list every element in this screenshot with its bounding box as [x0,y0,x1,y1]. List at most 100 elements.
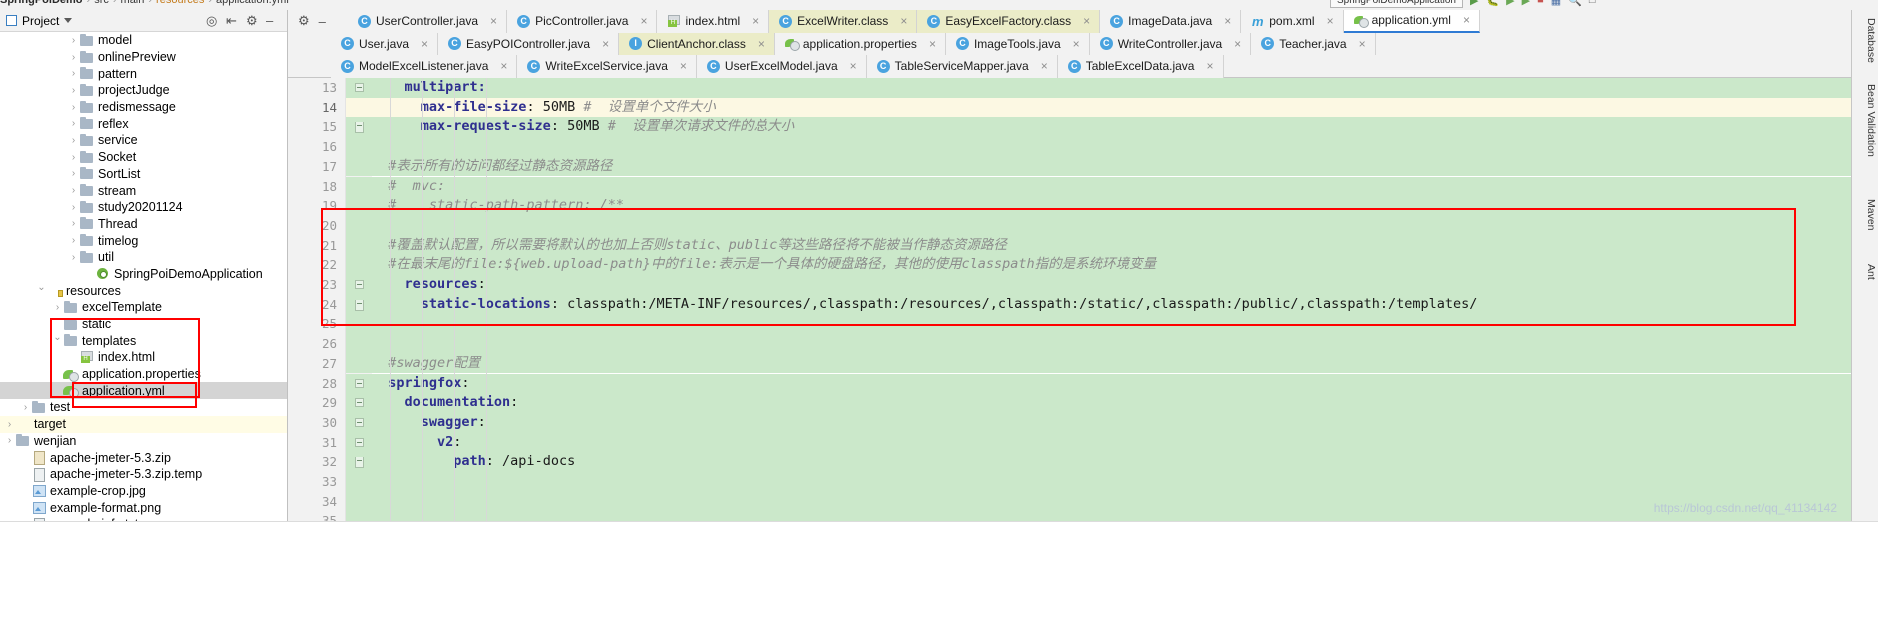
chevron-right-icon[interactable] [68,35,79,46]
gear-icon[interactable]: ⚙ [246,13,261,28]
chevron-right-icon[interactable] [68,135,79,146]
editor-tab-piccontroller-java[interactable]: PicController.java × [507,10,658,33]
tree-node-target[interactable]: target [0,415,287,433]
tree-node-apache-jmeter-5-3-zip-temp[interactable]: apache-jmeter-5.3.zip.temp [0,466,287,483]
debug-icon[interactable]: 🐛 [1485,0,1499,7]
fold-collapse-icon[interactable] [355,83,364,92]
tree-node-exceltemplate[interactable]: excelTemplate [0,299,287,316]
chevron-right-icon[interactable] [68,202,79,213]
tree-node-resources[interactable]: resources [0,282,287,299]
chevron-right-icon[interactable] [4,435,15,446]
close-icon[interactable]: × [490,14,497,28]
fold-end-icon[interactable] [355,122,364,134]
breadcrumb-item-src[interactable]: src [94,0,109,6]
tree-node-stream[interactable]: stream [0,182,287,199]
code-line[interactable] [372,472,1851,492]
chevron-right-icon[interactable] [68,252,79,263]
close-icon[interactable]: × [1083,14,1090,28]
chevron-right-icon[interactable] [68,118,79,129]
tree-node-wenjian[interactable]: wenjian [0,433,287,450]
collapse-all-icon[interactable]: ⇤ [226,13,241,28]
close-icon[interactable]: × [640,14,647,28]
close-icon[interactable]: × [1206,59,1213,73]
tree-node-study20201124[interactable]: study20201124 [0,199,287,216]
close-icon[interactable]: × [752,14,759,28]
close-icon[interactable]: × [1073,37,1080,51]
code-line[interactable]: path: /api-docs [372,452,1851,472]
tree-node-application-properties[interactable]: application.properties [0,366,287,383]
tree-node-templates[interactable]: templates [0,332,287,349]
tree-node-timelog[interactable]: timelog [0,232,287,249]
project-tree[interactable]: model onlinePreviewpattern projectJudge red… [0,32,287,521]
code-content[interactable]: multipart: max-file-size: 50MB # 设置单个文件大… [372,78,1851,521]
code-line[interactable]: static-locations: classpath:/META-INF/re… [372,294,1851,315]
chevron-right-icon[interactable] [68,168,79,179]
tree-node-reflex[interactable]: reflex [0,115,287,132]
code-line[interactable]: documentation: [372,393,1851,413]
close-icon[interactable]: × [758,37,765,51]
fold-collapse-icon[interactable] [355,417,364,427]
rail-button-database[interactable]: Database [1854,14,1877,67]
stop-icon[interactable]: ■ [1537,0,1544,6]
chevron-right-icon[interactable] [20,402,31,413]
chevron-right-icon[interactable] [68,185,79,196]
close-icon[interactable]: × [500,59,507,73]
close-icon[interactable]: × [929,37,936,51]
run-configuration-selector[interactable]: SpringPoiDemoApplication [1330,0,1463,8]
chevron-right-icon[interactable] [68,152,79,163]
code-line[interactable] [372,215,1851,236]
code-line[interactable]: max-request-size: 50MB # 设置单次请求文件的总大小 [372,117,1851,138]
code-line[interactable]: multipart: [372,78,1851,98]
rail-button-bean-validation[interactable]: Bean Validation [1854,80,1877,161]
maximize-icon[interactable]: □ [1589,0,1596,6]
breadcrumb-item-file[interactable]: application.yml [216,0,289,6]
gear-icon[interactable]: ⚙ [298,13,310,29]
tree-node-sortlist[interactable]: SortList [0,166,287,183]
tree-node-thread[interactable]: Thread [0,216,287,233]
chevron-down-icon[interactable] [36,285,47,296]
code-line[interactable]: v2: [372,432,1851,453]
editor-tab-application-yml[interactable]: application.yml × [1343,10,1480,33]
chevron-right-icon[interactable] [52,302,63,313]
close-icon[interactable]: × [602,37,609,51]
layout-icon[interactable]: ▦ [1551,0,1561,7]
tree-node-static[interactable]: static [0,316,287,333]
code-line[interactable]: max-file-size: 50MB # 设置单个文件大小 [372,97,1851,118]
code-line[interactable]: #swagger配置 [372,353,1851,374]
search-everywhere-icon[interactable]: 🔍 [1568,0,1582,7]
tree-node-index-html[interactable]: index.html [0,349,287,366]
editor-tab-clientanchor-class[interactable]: ClientAnchor.class × [619,32,775,56]
tree-node-model[interactable]: model [0,32,287,49]
close-icon[interactable]: × [1463,13,1470,27]
code-line[interactable] [372,491,1851,512]
editor-tab-application-properties[interactable]: application.properties × [774,32,946,56]
editor-tab-writecontroller-java[interactable]: WriteController.java × [1089,32,1252,56]
editor-tab-excelwriter-class[interactable]: ExcelWriter.class × [769,10,918,33]
chevron-right-icon[interactable] [68,235,79,246]
code-line[interactable]: swagger: [372,412,1851,433]
close-icon[interactable]: × [1041,59,1048,73]
close-icon[interactable]: × [1327,14,1334,28]
editor-tab-userexcelmodel-java[interactable]: UserExcelModel.java × [696,55,867,78]
run-icon[interactable]: ▶ [1470,0,1478,7]
editor-tab-modelexcellistener-java[interactable]: ModelExcelListener.java × [331,55,518,78]
code-line[interactable]: resources: [372,275,1851,295]
chevron-right-icon[interactable] [68,102,79,113]
code-line[interactable]: # static-path-pattern: /** [372,196,1851,216]
chevron-right-icon[interactable] [68,52,79,63]
editor-tab-imagedata-java[interactable]: ImageData.java × [1100,10,1242,33]
editor-tab-index-html[interactable]: index.html × [657,10,770,33]
minimize-icon[interactable]: – [266,13,281,28]
rail-button-maven[interactable]: Maven [1854,195,1877,235]
locate-icon[interactable]: ◎ [206,13,221,28]
code-line[interactable] [372,511,1851,521]
editor-tab-easyexcelfactory-class[interactable]: EasyExcelFactory.class × [917,10,1101,33]
editor-tab-usercontroller-java[interactable]: UserController.java × [348,10,508,33]
tree-node-apache-jmeter-5-3-zip[interactable]: apache-jmeter-5.3.zip [0,449,287,466]
tree-node-example-format-png[interactable]: example-format.png [0,499,287,516]
tree-node-onlinepreview[interactable]: onlinePreview [0,49,287,66]
tree-node-redismessage[interactable]: redismessage [0,99,287,116]
chevron-down-icon[interactable] [52,335,63,346]
close-icon[interactable]: × [850,59,857,73]
code-line[interactable]: springfox: [372,373,1851,394]
